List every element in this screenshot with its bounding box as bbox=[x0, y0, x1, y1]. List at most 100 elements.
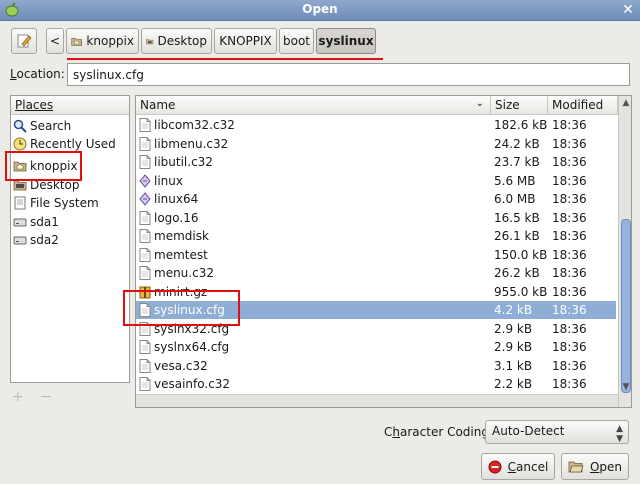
file-size: 24.2 kB bbox=[494, 137, 540, 151]
cancel-label-post: ancel bbox=[516, 459, 549, 474]
scroll-up-icon[interactable]: ▲ bbox=[619, 96, 631, 110]
file-row[interactable]: syslinux.cfg 4.2 kB 18:36 bbox=[136, 301, 616, 319]
file-modified: 18:36 bbox=[552, 322, 587, 336]
file-icon bbox=[139, 118, 151, 132]
file-size: 2.9 kB bbox=[494, 322, 533, 336]
place-file-system[interactable]: File System bbox=[13, 194, 99, 212]
title-bar: Open ✕ bbox=[0, 0, 640, 21]
file-row[interactable]: libcom32.c32 182.6 kB 18:36 bbox=[136, 116, 616, 134]
remove-place-button[interactable]: − bbox=[40, 389, 52, 405]
place-label: Recently Used bbox=[30, 137, 116, 151]
file-system-icon bbox=[14, 196, 26, 210]
file-name: minirt.gz bbox=[154, 285, 208, 299]
file-modified: 18:36 bbox=[552, 248, 587, 262]
executable-icon bbox=[139, 192, 151, 206]
file-row[interactable]: syslnx32.cfg 2.9 kB 18:36 bbox=[136, 320, 616, 338]
column-name-label: Name bbox=[140, 98, 176, 112]
cancel-icon bbox=[488, 460, 502, 473]
file-modified: 18:36 bbox=[552, 118, 587, 132]
place-knoppix[interactable]: knoppix bbox=[13, 157, 78, 175]
place-label: sda2 bbox=[30, 233, 59, 247]
file-row[interactable]: menu.c32 26.2 kB 18:36 bbox=[136, 264, 616, 282]
folder-icon bbox=[71, 37, 82, 46]
file-row[interactable]: linux 5.6 MB 18:36 bbox=[136, 172, 616, 190]
column-name[interactable]: Name ⌄ bbox=[136, 96, 491, 115]
crumb-desktop[interactable]: Desktop bbox=[141, 28, 212, 54]
search-icon bbox=[13, 119, 27, 133]
scroll-down-icon[interactable]: ▼ bbox=[619, 380, 631, 394]
column-modified[interactable]: Modified bbox=[548, 96, 618, 115]
file-row[interactable]: minirt.gz 955.0 kB 18:36 bbox=[136, 283, 616, 301]
file-icon bbox=[139, 359, 151, 373]
place-sda2[interactable]: sda2 bbox=[13, 231, 59, 249]
character-coding-label-post: aracter Coding: bbox=[400, 425, 494, 439]
file-size: 3.1 kB bbox=[494, 359, 533, 373]
file-name: libutil.c32 bbox=[154, 155, 213, 169]
file-modified: 18:36 bbox=[552, 359, 587, 373]
path-back-button[interactable]: < bbox=[46, 28, 64, 54]
place-sda1[interactable]: sda1 bbox=[13, 213, 59, 231]
character-coding-label: Character Coding: bbox=[384, 425, 493, 439]
places-header-label: Places bbox=[15, 98, 54, 112]
scrollbar-thumb[interactable] bbox=[621, 219, 631, 393]
open-button[interactable]: Open bbox=[561, 453, 629, 480]
edit-location-button[interactable] bbox=[11, 28, 37, 54]
crumb-knoppix-upper[interactable]: KNOPPIX bbox=[214, 28, 277, 54]
places-header[interactable]: Places bbox=[11, 96, 129, 115]
file-size: 150.0 kB bbox=[494, 248, 548, 262]
file-row[interactable]: vesa.c32 3.1 kB 18:36 bbox=[136, 357, 616, 375]
vertical-scrollbar[interactable]: ▲ ▼ bbox=[618, 96, 631, 407]
archive-icon bbox=[139, 285, 151, 299]
file-row[interactable]: logo.16 16.5 kB 18:36 bbox=[136, 209, 616, 227]
place-search[interactable]: Search bbox=[13, 117, 71, 135]
file-row[interactable]: linux64 6.0 MB 18:36 bbox=[136, 190, 616, 208]
file-row[interactable]: libutil.c32 23.7 kB 18:36 bbox=[136, 153, 616, 171]
location-label-text: ocation: bbox=[16, 67, 65, 81]
column-size[interactable]: Size bbox=[491, 96, 548, 115]
file-size: 182.6 kB bbox=[494, 118, 548, 132]
place-recently-used[interactable]: Recently Used bbox=[13, 135, 116, 153]
location-input[interactable] bbox=[67, 63, 630, 86]
close-button[interactable]: ✕ bbox=[620, 2, 636, 18]
crumb-syslinux[interactable]: syslinux bbox=[316, 28, 376, 54]
horizontal-scrollbar[interactable] bbox=[136, 394, 618, 407]
file-size: 2.9 kB bbox=[494, 340, 533, 354]
column-modified-label: Modified bbox=[552, 98, 604, 112]
file-icon bbox=[139, 248, 151, 262]
character-coding-mnemonic: h bbox=[392, 425, 400, 439]
file-modified: 18:36 bbox=[552, 137, 587, 151]
file-name: memtest bbox=[154, 248, 208, 262]
file-row[interactable]: memtest 150.0 kB 18:36 bbox=[136, 246, 616, 264]
file-row[interactable]: vesainfo.c32 2.2 kB 18:36 bbox=[136, 375, 616, 393]
place-desktop[interactable]: Desktop bbox=[13, 176, 80, 194]
file-row[interactable]: libmenu.c32 24.2 kB 18:36 bbox=[136, 135, 616, 153]
file-icon bbox=[139, 303, 151, 317]
file-modified: 18:36 bbox=[552, 377, 587, 391]
open-label: Open bbox=[590, 460, 622, 474]
places-footer: + − bbox=[12, 389, 52, 405]
crumb-label: syslinux bbox=[318, 34, 374, 48]
crumb-boot[interactable]: boot bbox=[279, 28, 314, 54]
add-place-button[interactable]: + bbox=[12, 389, 24, 405]
spin-arrows-icon: ▲ ▼ bbox=[616, 424, 623, 444]
places-panel: Places Search Recently Used knoppix Desk… bbox=[10, 95, 130, 383]
file-name: syslinux.cfg bbox=[154, 303, 225, 317]
character-coding-select[interactable]: Auto-Detect ▲ ▼ bbox=[485, 420, 629, 444]
file-name: menu.c32 bbox=[154, 266, 214, 280]
cancel-button[interactable]: Cancel bbox=[481, 453, 555, 480]
file-name: libmenu.c32 bbox=[154, 137, 229, 151]
file-size: 16.5 kB bbox=[494, 211, 540, 225]
pencil-icon bbox=[17, 34, 32, 48]
file-row[interactable]: syslnx64.cfg 2.9 kB 18:36 bbox=[136, 338, 616, 356]
crumb-label: knoppix bbox=[86, 34, 134, 48]
file-row[interactable]: memdisk 26.1 kB 18:36 bbox=[136, 227, 616, 245]
crumb-knoppix[interactable]: knoppix bbox=[66, 28, 139, 54]
place-label: sda1 bbox=[30, 215, 59, 229]
file-size: 955.0 kB bbox=[494, 285, 548, 299]
place-label: knoppix bbox=[30, 159, 78, 173]
file-icon bbox=[139, 266, 151, 280]
file-size: 6.0 MB bbox=[494, 192, 536, 206]
executable-icon bbox=[139, 174, 151, 188]
column-size-label: Size bbox=[495, 98, 520, 112]
folder-icon bbox=[13, 180, 27, 191]
